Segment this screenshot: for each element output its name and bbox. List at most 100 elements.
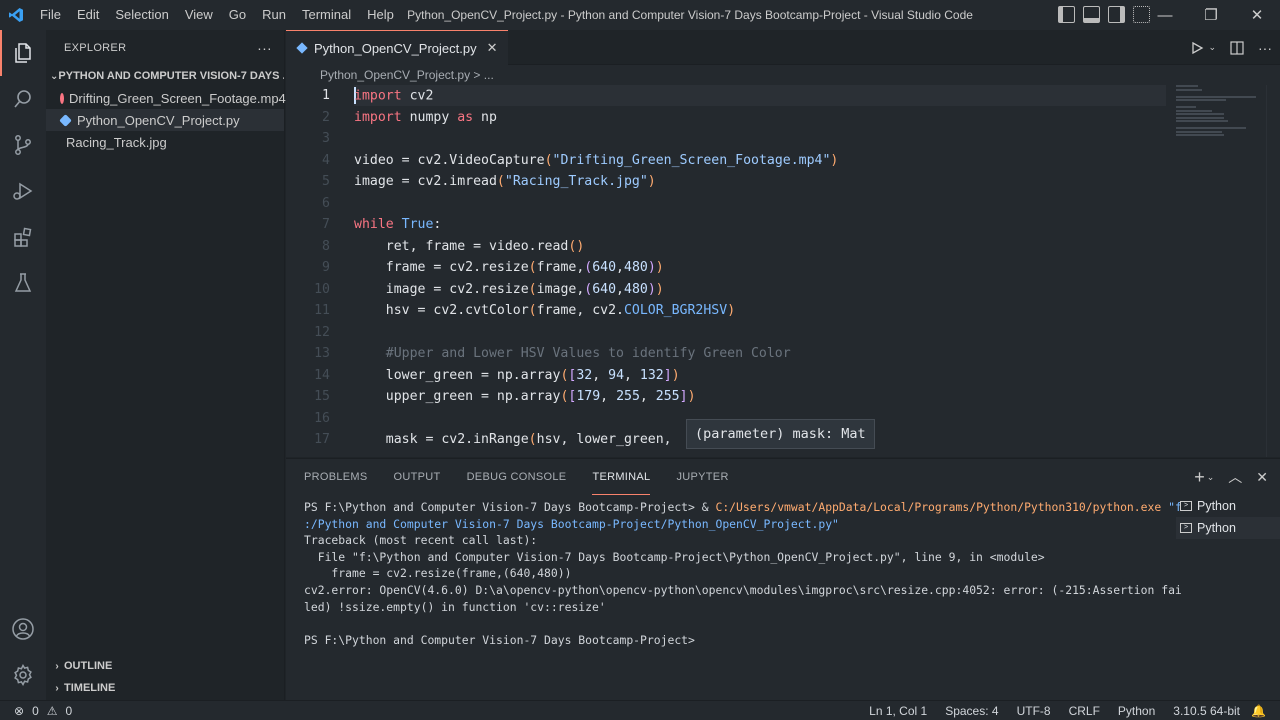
code-line: #Upper and Lower HSV Values to identify … [385,346,791,362]
code-line: image = cv2.imread("Racing_Track.jpg") [354,174,656,190]
tab-problems[interactable]: PROBLEMS [304,459,368,495]
terminal-line: cv2.error: OpenCV(4.6.0) D:\a\opencv-pyt… [304,582,1182,597]
close-window-button[interactable]: ✕ [1234,0,1280,30]
cursor-position[interactable]: Ln 1, Col 1 [869,704,927,718]
line-number: 4 [322,152,330,168]
file-label: Racing_Track.jpg [66,134,167,150]
extensions-icon[interactable] [0,214,46,260]
line-number: 1 [322,88,330,104]
breadcrumb-rest[interactable]: > ... [470,68,493,82]
file-label: Drifting_Green_Screen_Footage.mp4 [69,90,286,106]
language-mode[interactable]: Python [1118,704,1155,718]
chevron-right-icon: › [55,660,59,672]
parameter-hover-tooltip: (parameter) mask: Mat [686,419,875,449]
new-terminal-plus-icon[interactable]: + [1194,467,1205,488]
code-editor[interactable]: 1 import cv2 2 import numpy as np 3 4 video… [286,85,1280,457]
breadcrumb-file[interactable]: Python_OpenCV_Project.py [320,68,470,82]
line-number: 7 [322,217,330,233]
minimize-button[interactable]: — [1142,0,1188,30]
split-editor-icon[interactable] [1230,40,1244,55]
outline-section[interactable]: › OUTLINE [46,655,285,677]
tab-output[interactable]: OUTPUT [394,459,441,495]
workspace-folder-label: PYTHON AND COMPUTER VISION-7 DAYS ... [58,70,284,82]
tab-debug-console[interactable]: DEBUG CONSOLE [467,459,567,495]
title-bar: File Edit Selection View Go Run Terminal… [0,0,1280,30]
code-line: image = cv2.resize(image,(640,480)) [354,281,664,297]
line-number: 9 [322,260,330,276]
tab-jupyter[interactable]: JUPYTER [676,459,728,495]
code-line: import cv2 [354,87,434,105]
menu-go[interactable]: Go [221,0,254,30]
timeline-section[interactable]: › TIMELINE [46,677,285,699]
explorer-icon[interactable] [0,30,46,76]
menu-view[interactable]: View [177,0,221,30]
status-right: Ln 1, Col 1 Spaces: 4 UTF-8 CRLF Python … [869,704,1240,718]
tab-terminal[interactable]: TERMINAL [592,459,651,495]
more-actions-icon[interactable]: ··· [1258,40,1272,56]
source-control-icon[interactable] [0,122,46,168]
menu-selection[interactable]: Selection [107,0,176,30]
warning-icon: ⚠ [46,703,58,718]
toggle-primary-sidebar-icon[interactable] [1058,6,1075,23]
problems-status[interactable]: ⊗ 0 ⚠ 0 [14,704,72,718]
editor-tab[interactable]: Python_OpenCV_Project.py ✕ [286,30,508,65]
maximize-button[interactable]: ❐ [1188,0,1234,30]
encoding[interactable]: UTF-8 [1017,704,1051,718]
editor-tabs: Python_OpenCV_Project.py ✕ ⌄ ··· [286,30,1280,65]
toggle-secondary-sidebar-icon[interactable] [1108,6,1125,23]
outline-label: OUTLINE [64,660,113,672]
testing-flask-icon[interactable] [0,260,46,306]
code-line: lower_green = np.array([32, 94, 132]) [354,367,680,383]
chevron-down-icon: ⌄ [50,70,59,82]
line-number: 5 [322,174,330,190]
editor-actions: ⌄ ··· [1190,30,1272,65]
run-debug-icon[interactable] [0,168,46,214]
close-tab-icon[interactable]: ✕ [487,40,498,56]
close-panel-icon[interactable]: ✕ [1256,469,1268,486]
terminal-line: Traceback (most recent call last): [304,533,538,548]
line-number: 13 [314,346,330,362]
terminal-line: led) !ssize.empty() in function 'cv::res… [304,599,606,614]
terminal-icon: > [1180,523,1192,533]
line-number: 2 [322,109,330,125]
toggle-panel-icon[interactable] [1083,6,1100,23]
line-number: 12 [314,324,330,340]
terminal-instance[interactable]: > Python [1176,495,1280,517]
file-item-jpg[interactable]: Racing_Track.jpg [46,131,284,153]
menu-file[interactable]: File [32,0,69,30]
explorer-more-actions-icon[interactable]: ··· [257,40,272,56]
run-dropdown-chevron-icon[interactable]: ⌄ [1208,42,1216,53]
code-line: hsv = cv2.cvtColor(frame, cv2.COLOR_BGR2… [354,303,736,319]
settings-gear-icon[interactable] [0,652,46,698]
maximize-panel-chevron-up-icon[interactable]: ︿ [1228,467,1242,487]
terminal-dropdown-chevron-icon[interactable]: ⌄ [1207,472,1215,483]
run-python-file-icon[interactable] [1190,41,1204,55]
menu-terminal[interactable]: Terminal [294,0,359,30]
editor-scrollbar[interactable] [1266,85,1280,457]
explorer-title: EXPLORER [64,41,127,54]
warning-count: 0 [65,703,73,718]
search-icon[interactable] [0,76,46,122]
terminal-line: File "f:\Python and Computer Vision-7 Da… [304,549,1045,564]
code-line: while True: [354,217,442,233]
terminal-name: Python [1197,499,1236,513]
python-interpreter[interactable]: 3.10.5 64-bit [1173,704,1240,718]
terminal-instance[interactable]: > Python [1176,517,1280,539]
end-of-line[interactable]: CRLF [1069,704,1100,718]
file-item-py[interactable]: Python_OpenCV_Project.py [46,109,284,131]
menu-edit[interactable]: Edit [69,0,107,30]
workspace-folder[interactable]: ⌄ PYTHON AND COMPUTER VISION-7 DAYS ... [46,65,284,87]
python-file-icon [59,113,72,127]
notifications-bell-icon[interactable]: 🔔 [1251,704,1266,718]
indentation[interactable]: Spaces: 4 [945,704,998,718]
accounts-icon[interactable] [0,606,46,652]
terminal-output[interactable]: PS F:\Python and Computer Vision-7 Days … [304,499,1182,648]
terminal-line: PS F:\Python and Computer Vision-7 Days … [304,500,1182,514]
explorer-header: EXPLORER ··· [46,30,284,65]
explorer-sidebar: EXPLORER ··· ⌄ PYTHON AND COMPUTER VISIO… [46,30,286,700]
menu-run[interactable]: Run [254,0,294,30]
minimap[interactable] [1176,85,1266,145]
terminal-line: :/Python and Computer Vision-7 Days Boot… [304,516,839,531]
file-item-mp4[interactable]: Drifting_Green_Screen_Footage.mp4 [46,87,286,109]
